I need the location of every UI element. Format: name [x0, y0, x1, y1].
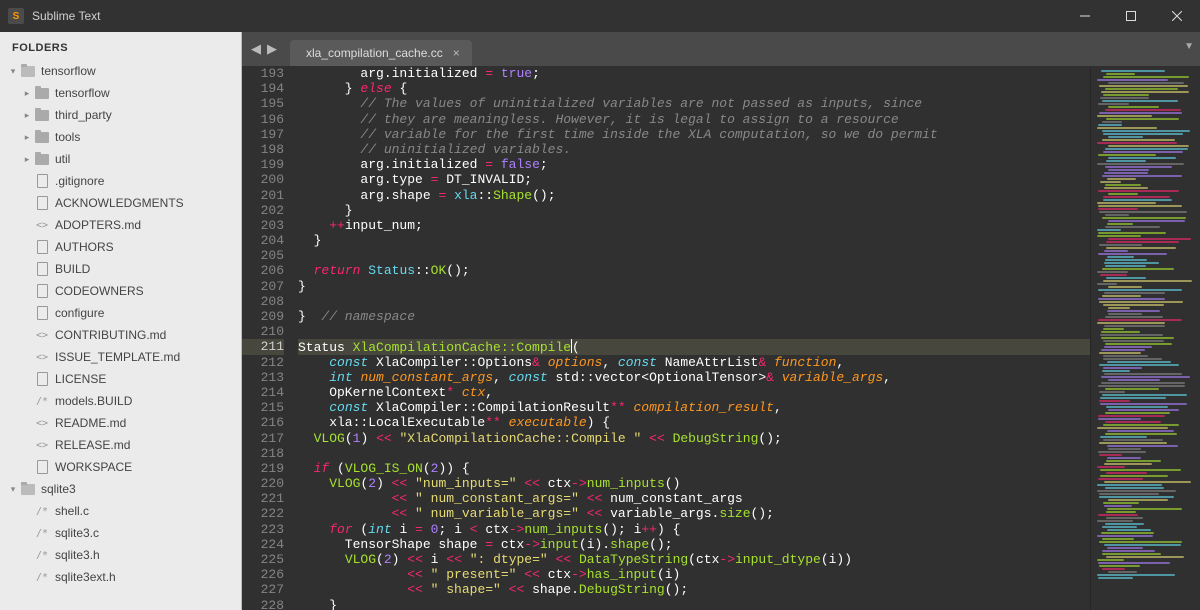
tree-item[interactable]: ▾ sqlite3 [0, 478, 241, 500]
code-file-icon: /* [34, 572, 50, 583]
app-icon: S [8, 8, 24, 24]
tree-item-label: ACKNOWLEDGMENTS [55, 196, 184, 210]
tree-item-label: shell.c [55, 504, 89, 518]
file-icon [34, 262, 50, 276]
markdown-file-icon: <> [34, 220, 50, 231]
tree-item[interactable]: /* sqlite3.c [0, 522, 241, 544]
maximize-button[interactable] [1108, 0, 1154, 32]
code-file-icon: /* [34, 550, 50, 561]
code-content[interactable]: arg.initialized = true; } else { // The … [294, 66, 1090, 610]
chevron-down-icon[interactable]: ▾ [6, 484, 20, 495]
tree-item[interactable]: .gitignore [0, 170, 241, 192]
tree-item-label: LICENSE [55, 372, 106, 386]
tree-item[interactable]: ▾ tensorflow [0, 60, 241, 82]
tree-item[interactable]: configure [0, 302, 241, 324]
file-icon [34, 372, 50, 386]
markdown-file-icon: <> [34, 418, 50, 429]
folder-icon [34, 110, 50, 121]
tab-close-icon[interactable]: × [453, 46, 460, 60]
tree-item-label: .gitignore [55, 174, 104, 188]
tree-item[interactable]: <> RELEASE.md [0, 434, 241, 456]
tree-item-label: CODEOWNERS [55, 284, 144, 298]
sidebar-header: FOLDERS [0, 38, 241, 60]
file-icon [34, 196, 50, 210]
title-bar: S Sublime Text [0, 0, 1200, 32]
chevron-right-icon[interactable]: ▸ [20, 88, 34, 99]
tree-item[interactable]: ▸ util [0, 148, 241, 170]
file-icon [34, 240, 50, 254]
tree-item[interactable]: BUILD [0, 258, 241, 280]
chevron-right-icon[interactable]: ▸ [20, 132, 34, 143]
tree-item-label: BUILD [55, 262, 90, 276]
tab-bar: ◀ ▶ xla_compilation_cache.cc × ▼ [242, 32, 1200, 66]
line-gutter[interactable]: 1931941951961971981992002012022032042052… [242, 66, 294, 610]
tree-item[interactable]: ACKNOWLEDGMENTS [0, 192, 241, 214]
tree-item[interactable]: WORKSPACE [0, 456, 241, 478]
folder-icon [20, 66, 36, 77]
code-file-icon: /* [34, 528, 50, 539]
chevron-right-icon[interactable]: ▸ [20, 154, 34, 165]
tree-item-label: ISSUE_TEMPLATE.md [55, 350, 180, 364]
chevron-right-icon[interactable]: ▸ [20, 110, 34, 121]
markdown-file-icon: <> [34, 440, 50, 451]
tree-item[interactable]: ▸ tensorflow [0, 82, 241, 104]
tree-item[interactable]: <> README.md [0, 412, 241, 434]
nav-forward-icon[interactable]: ▶ [264, 41, 280, 57]
file-icon [34, 460, 50, 474]
nav-back-icon[interactable]: ◀ [248, 41, 264, 57]
editor-area: ◀ ▶ xla_compilation_cache.cc × ▼ 1931941… [242, 32, 1200, 610]
code-file-icon: /* [34, 396, 50, 407]
close-button[interactable] [1154, 0, 1200, 32]
tree-item[interactable]: LICENSE [0, 368, 241, 390]
tree-item-label: WORKSPACE [55, 460, 132, 474]
folder-icon [34, 88, 50, 99]
tree-item-label: sqlite3.h [55, 548, 100, 562]
tree-item[interactable]: <> CONTRIBUTING.md [0, 324, 241, 346]
tree-item[interactable]: <> ISSUE_TEMPLATE.md [0, 346, 241, 368]
tree-item[interactable]: /* models.BUILD [0, 390, 241, 412]
tree-item[interactable]: <> ADOPTERS.md [0, 214, 241, 236]
tree-item-label: models.BUILD [55, 394, 132, 408]
minimize-button[interactable] [1062, 0, 1108, 32]
chevron-down-icon[interactable]: ▾ [6, 66, 20, 77]
folder-icon [34, 154, 50, 165]
folder-icon [34, 132, 50, 143]
tree-item[interactable]: ▸ third_party [0, 104, 241, 126]
tree-item-label: configure [55, 306, 104, 320]
tree-item-label: CONTRIBUTING.md [55, 328, 166, 342]
file-tab[interactable]: xla_compilation_cache.cc × [290, 40, 472, 66]
app-title: Sublime Text [32, 9, 100, 23]
tree-item[interactable]: AUTHORS [0, 236, 241, 258]
markdown-file-icon: <> [34, 352, 50, 363]
tree-item-label: ADOPTERS.md [55, 218, 141, 232]
file-icon [34, 306, 50, 320]
tree-item-label: tensorflow [55, 86, 110, 100]
markdown-file-icon: <> [34, 330, 50, 341]
sidebar[interactable]: FOLDERS ▾ tensorflow ▸ tensorflow ▸ third_par… [0, 32, 242, 610]
tree-item[interactable]: /* shell.c [0, 500, 241, 522]
tree-item-label: sqlite3 [41, 482, 76, 496]
code-file-icon: /* [34, 506, 50, 517]
tree-item-label: tensorflow [41, 64, 96, 78]
tree-item-label: AUTHORS [55, 240, 114, 254]
tree-item-label: third_party [55, 108, 112, 122]
file-icon [34, 174, 50, 188]
tab-filename: xla_compilation_cache.cc [306, 46, 443, 60]
tree-item[interactable]: /* sqlite3.h [0, 544, 241, 566]
tree-item-label: sqlite3ext.h [55, 570, 116, 584]
folder-icon [20, 484, 36, 495]
tree-item[interactable]: ▸ tools [0, 126, 241, 148]
minimap[interactable] [1090, 66, 1200, 610]
tree-item-label: util [55, 152, 70, 166]
tree-item-label: sqlite3.c [55, 526, 99, 540]
tree-item-label: tools [55, 130, 80, 144]
tab-dropdown-icon[interactable]: ▼ [1184, 41, 1194, 52]
file-icon [34, 284, 50, 298]
tree-item[interactable]: /* sqlite3ext.h [0, 566, 241, 588]
tree-item[interactable]: CODEOWNERS [0, 280, 241, 302]
tree-item-label: README.md [55, 416, 126, 430]
tree-item-label: RELEASE.md [55, 438, 130, 452]
